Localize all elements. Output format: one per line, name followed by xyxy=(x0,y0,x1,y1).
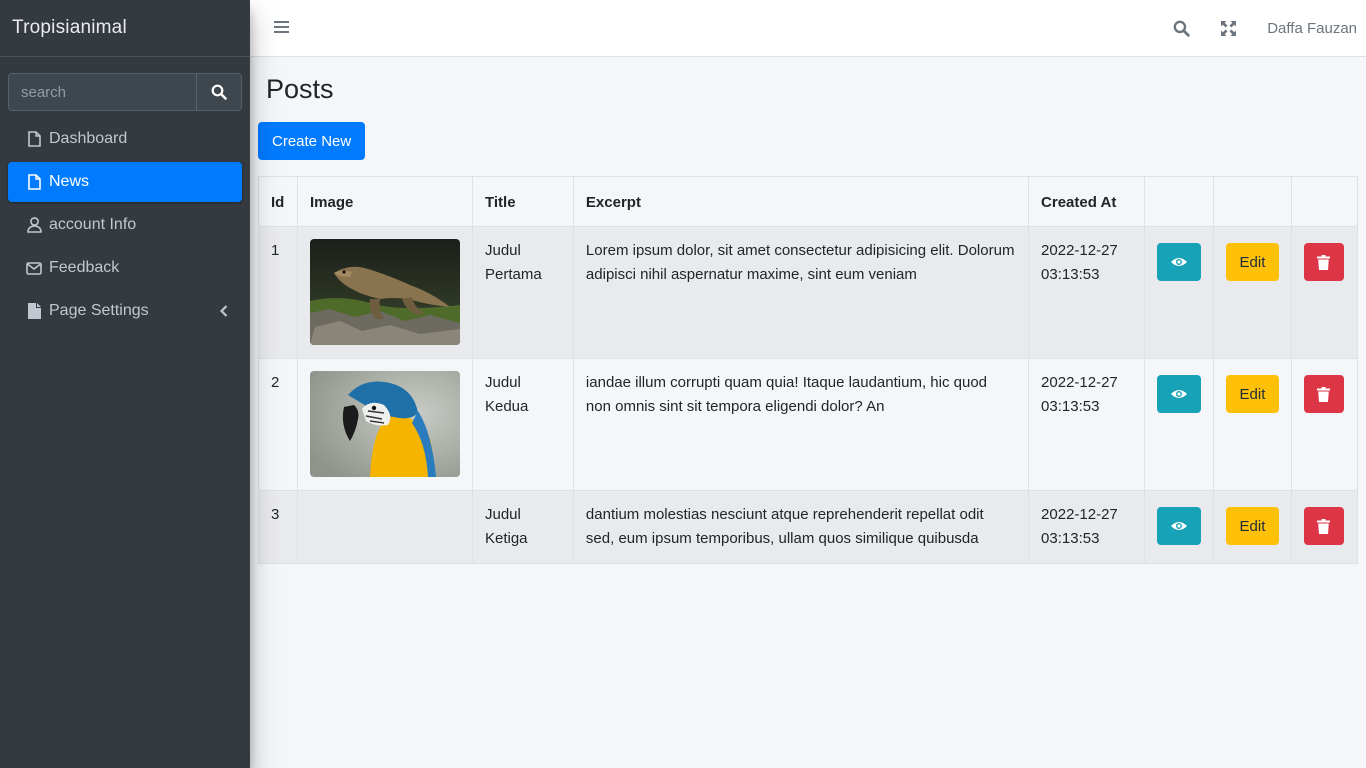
column-header-delete xyxy=(1290,176,1359,227)
brand-text: Tropisianimal xyxy=(12,17,127,38)
sidebar-nav: Dashboard News account Info Feedback Pag… xyxy=(0,119,250,331)
cell-edit: Edit xyxy=(1212,358,1292,491)
trash-icon xyxy=(1317,386,1331,402)
delete-button[interactable] xyxy=(1303,507,1344,545)
table-header-row: Id Image Title Excerpt Created At xyxy=(258,176,1359,227)
table-row: 2 Judul Kedua iandae illum corrupti quam… xyxy=(258,358,1359,491)
table-row: 3 Judul Ketiga dantium molestias nesciun… xyxy=(258,490,1359,564)
sidebar: Tropisianimal Dashboard News account Inf… xyxy=(0,0,250,768)
fullscreen-button[interactable] xyxy=(1205,0,1252,56)
file-icon xyxy=(26,174,42,190)
envelope-icon xyxy=(26,260,42,276)
sidebar-item-feedback[interactable]: Feedback xyxy=(8,248,242,288)
file-icon xyxy=(26,131,42,147)
search-input[interactable] xyxy=(8,73,196,111)
view-button[interactable] xyxy=(1156,375,1201,413)
sidebar-item-label: Page Settings xyxy=(49,302,149,319)
top-navbar: Daffa Fauzan xyxy=(250,0,1366,57)
cell-edit: Edit xyxy=(1212,490,1292,564)
delete-button[interactable] xyxy=(1303,243,1344,281)
delete-button[interactable] xyxy=(1303,375,1344,413)
cell-id: 1 xyxy=(258,226,298,359)
eye-icon xyxy=(1170,522,1187,530)
menu-icon[interactable] xyxy=(274,20,289,37)
cell-view xyxy=(1143,226,1214,359)
cell-image xyxy=(296,490,473,564)
column-header-view xyxy=(1143,176,1214,227)
cell-delete xyxy=(1290,490,1359,564)
cell-image xyxy=(296,358,473,491)
navbar-search-button[interactable] xyxy=(1158,0,1205,56)
cell-title: Judul Kedua xyxy=(471,358,574,491)
cell-created-at: 2022-12-27 03:13:53 xyxy=(1028,490,1145,564)
brand-link[interactable]: Tropisianimal xyxy=(0,0,250,57)
cell-id: 3 xyxy=(258,490,298,564)
user-name[interactable]: Daffa Fauzan xyxy=(1252,20,1366,37)
sidebar-item-label: News xyxy=(49,173,90,190)
edit-button[interactable]: Edit xyxy=(1225,243,1279,281)
view-button[interactable] xyxy=(1156,507,1201,545)
sidebar-item-account-info[interactable]: account Info xyxy=(8,205,242,245)
column-header-title: Title xyxy=(471,176,574,227)
column-header-edit xyxy=(1212,176,1292,227)
expand-icon xyxy=(1221,20,1237,36)
sidebar-item-news[interactable]: News xyxy=(8,162,242,202)
cell-image xyxy=(296,226,473,359)
edit-button[interactable]: Edit xyxy=(1225,375,1279,413)
page-title: Posts xyxy=(266,74,334,104)
cell-view xyxy=(1143,358,1214,491)
cell-view xyxy=(1143,490,1214,564)
cell-delete xyxy=(1290,358,1359,491)
komodo-dragon-image[interactable] xyxy=(309,239,460,345)
cell-edit: Edit xyxy=(1212,226,1292,359)
search-button[interactable] xyxy=(196,73,242,111)
trash-icon xyxy=(1317,254,1331,270)
cell-title: Judul Ketiga xyxy=(471,490,574,564)
search-icon xyxy=(211,84,227,100)
search-icon xyxy=(1173,20,1191,37)
cell-excerpt: iandae illum corrupti quam quia! Itaque … xyxy=(572,358,1030,491)
cell-created-at: 2022-12-27 03:13:53 xyxy=(1028,358,1145,491)
cell-excerpt: Lorem ipsum dolor, sit amet consectetur … xyxy=(572,226,1030,359)
chevron-left-icon xyxy=(219,304,228,321)
column-header-excerpt: Excerpt xyxy=(572,176,1030,227)
create-new-button[interactable]: Create New xyxy=(258,122,366,160)
sidebar-item-label: Dashboard xyxy=(49,130,128,147)
view-button[interactable] xyxy=(1156,243,1201,281)
file-solid-icon xyxy=(26,303,42,319)
trash-icon xyxy=(1317,518,1331,534)
posts-table: Id Image Title Excerpt Created At 1 Judu… xyxy=(258,176,1359,564)
cell-id: 2 xyxy=(258,358,298,491)
sidebar-item-dashboard[interactable]: Dashboard xyxy=(8,119,242,159)
column-header-id: Id xyxy=(258,176,298,227)
user-icon xyxy=(26,217,42,233)
sidebar-item-page-settings[interactable]: Page Settings xyxy=(8,291,242,331)
sidebar-item-label: Feedback xyxy=(49,259,120,276)
macaw-parrot-image[interactable] xyxy=(309,371,460,477)
sidebar-search xyxy=(8,73,242,111)
sidebar-item-label: account Info xyxy=(49,216,137,233)
cell-created-at: 2022-12-27 03:13:53 xyxy=(1028,226,1145,359)
table-row: 1 Judul Pertama Lorem ipsum dolor, sit a… xyxy=(258,226,1359,359)
cell-title: Judul Pertama xyxy=(471,226,574,359)
navbar-right: Daffa Fauzan xyxy=(1158,0,1366,56)
column-header-image: Image xyxy=(296,176,473,227)
cell-delete xyxy=(1290,226,1359,359)
eye-icon xyxy=(1170,390,1187,398)
column-header-created-at: Created At xyxy=(1028,176,1145,227)
eye-icon xyxy=(1170,258,1187,266)
cell-excerpt: dantium molestias nesciunt atque reprehe… xyxy=(572,490,1030,564)
edit-button[interactable]: Edit xyxy=(1225,507,1279,545)
